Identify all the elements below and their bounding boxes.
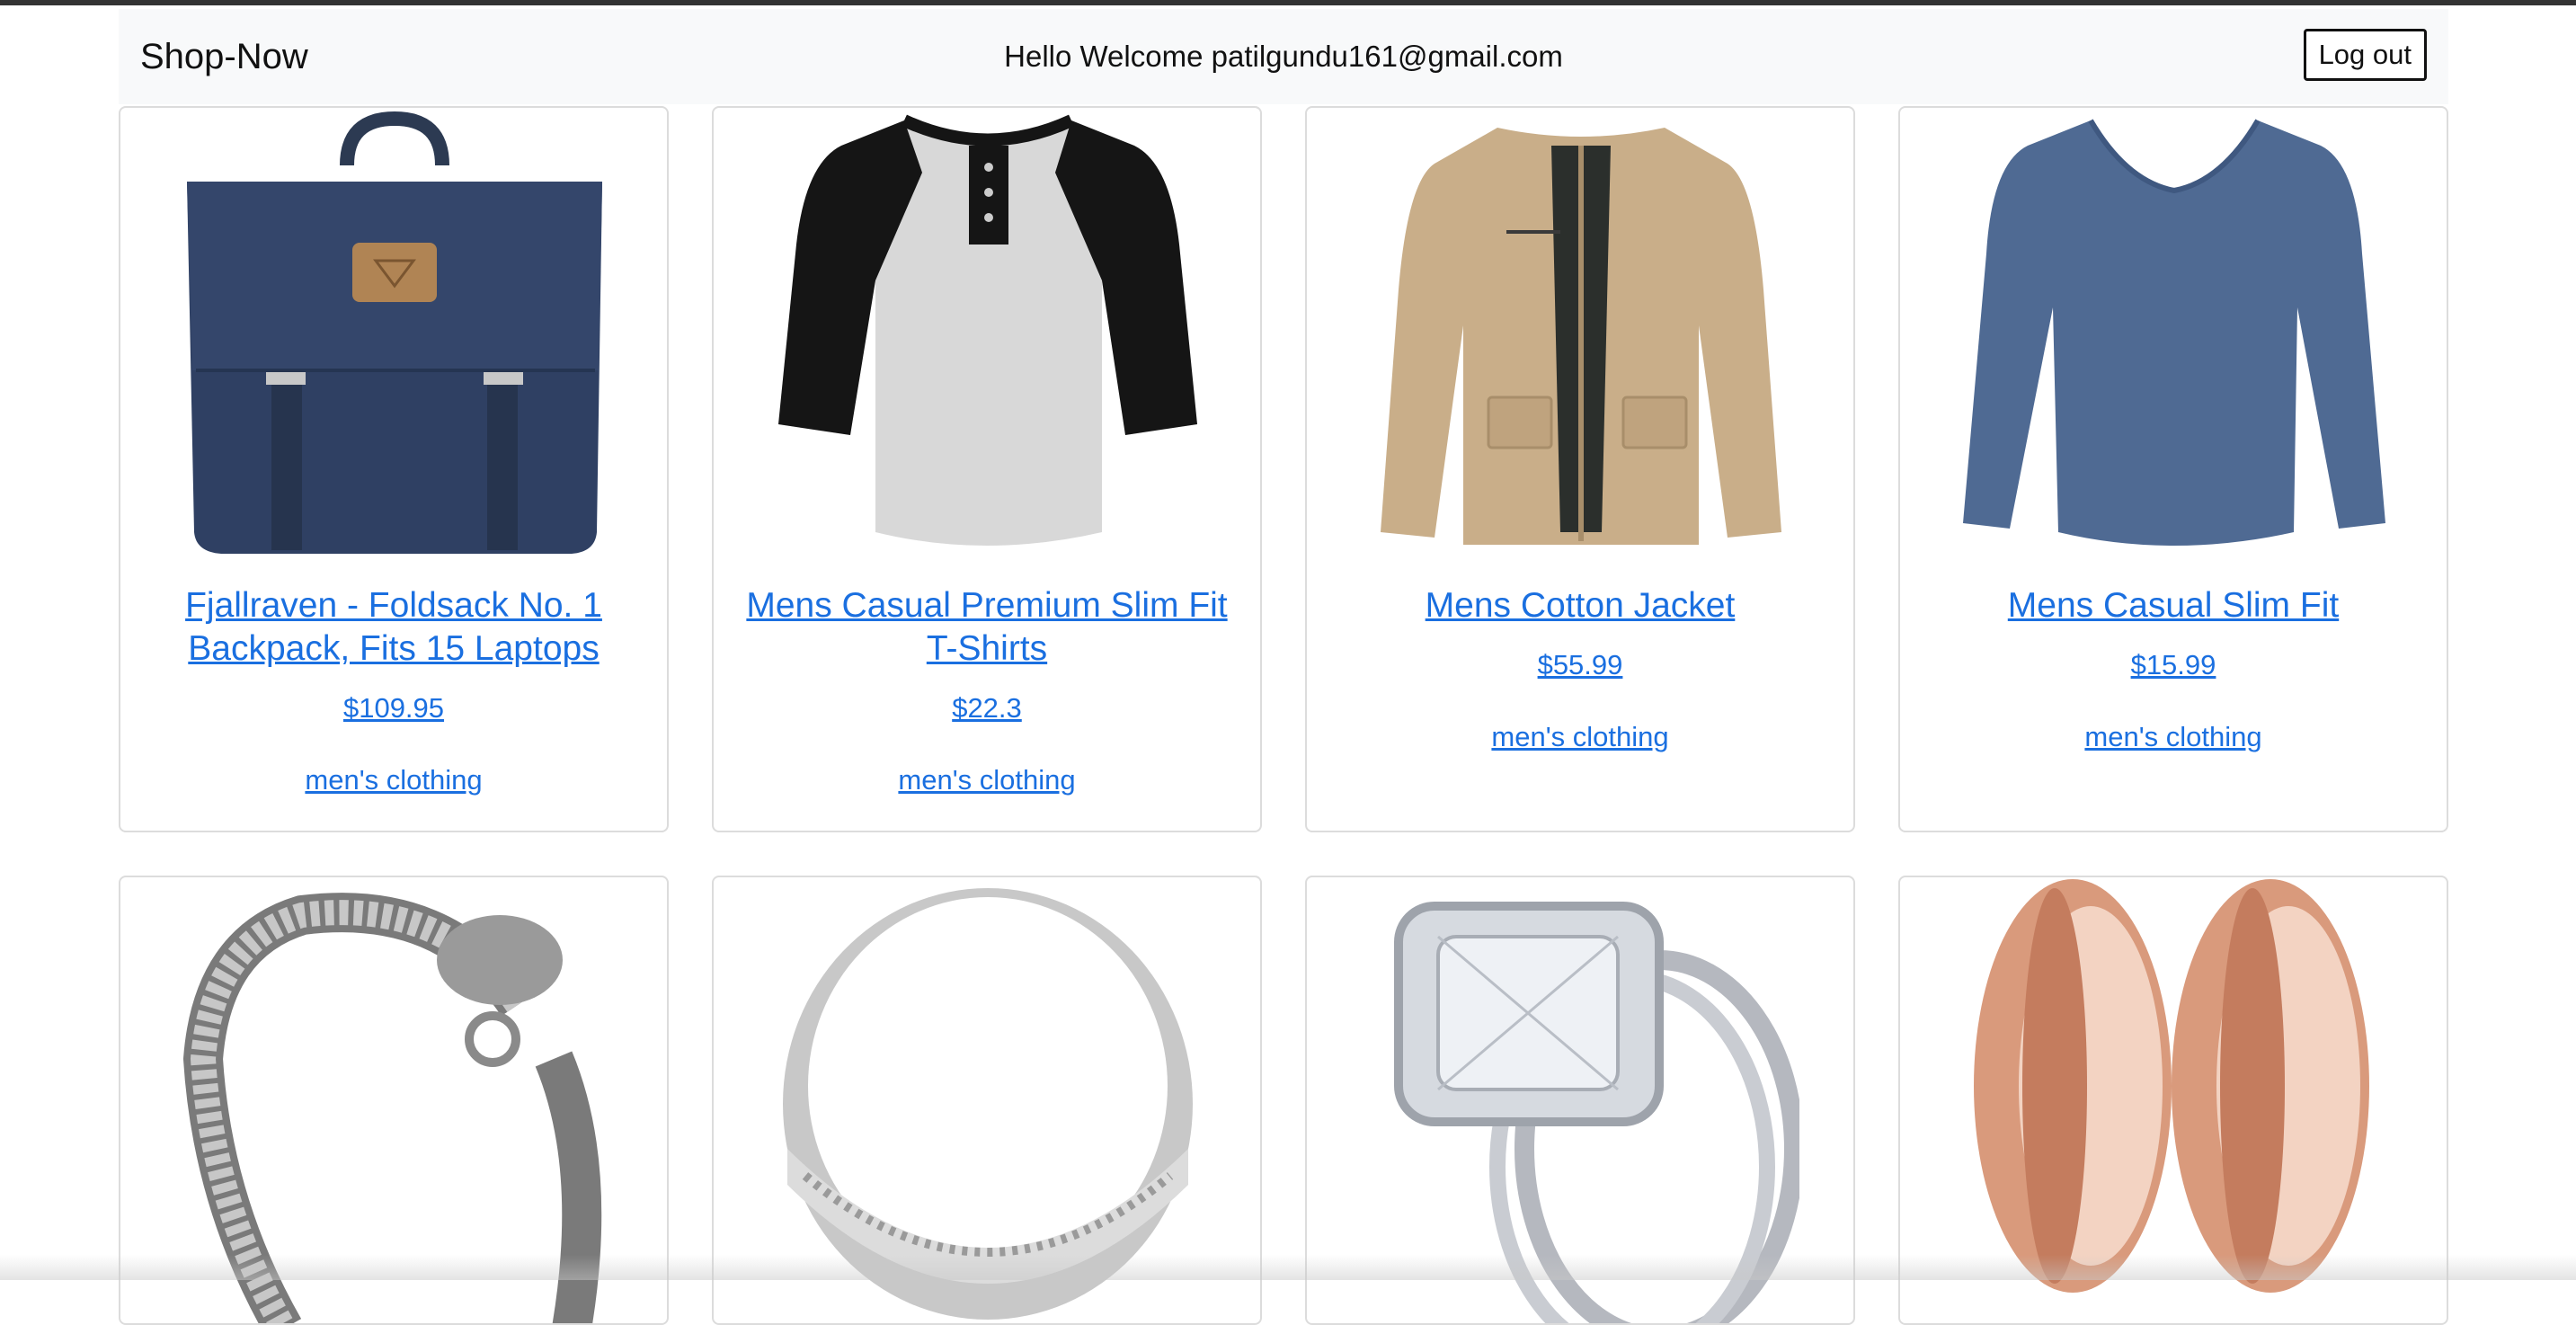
product-card[interactable]: Mens Cotton Jacket $55.99 men's clothing [1305, 106, 1855, 832]
product-price[interactable]: $15.99 [1900, 649, 2447, 681]
product-price[interactable]: $22.3 [714, 692, 1260, 725]
welcome-message: Hello Welcome patilgundu161@gmail.com [1004, 40, 1563, 73]
product-category[interactable]: men's clothing [1900, 721, 2447, 753]
navbar: Shop-Now Hello Welcome patilgundu161@gma… [119, 9, 2448, 104]
product-title[interactable]: Fjallraven - Foldsack No. 1 Backpack, Fi… [138, 584, 649, 671]
product-card[interactable]: Mens Casual Slim Fit $15.99 men's clothi… [1898, 106, 2448, 832]
backpack-image [187, 111, 602, 554]
jacket-image [1381, 128, 1781, 545]
raglan-tshirt-image [778, 114, 1197, 546]
product-title[interactable]: Mens Casual Premium Slim Fit T-Shirts [732, 584, 1242, 671]
product-title[interactable]: Mens Cotton Jacket [1325, 584, 1835, 627]
product-price[interactable]: $109.95 [120, 692, 667, 725]
window-top-border [0, 0, 2576, 5]
product-price[interactable]: $55.99 [1307, 649, 1853, 681]
longsleeve-shirt-image [1963, 119, 2385, 546]
product-image-backpack[interactable] [176, 110, 613, 559]
product-card[interactable]: Fjallraven - Foldsack No. 1 Backpack, Fi… [119, 106, 669, 832]
product-image-longsleeve[interactable] [1956, 110, 2393, 559]
product-card[interactable]: Mens Casual Premium Slim Fit T-Shirts $2… [712, 106, 1262, 832]
product-image-jacket[interactable] [1363, 110, 1799, 559]
product-title[interactable]: Mens Casual Slim Fit [1918, 584, 2429, 627]
logout-button[interactable]: Log out [2303, 29, 2427, 81]
product-category[interactable]: men's clothing [120, 764, 667, 796]
product-category[interactable]: men's clothing [1307, 721, 1853, 753]
page-bottom-shadow [0, 1255, 2576, 1280]
product-category[interactable]: men's clothing [714, 764, 1260, 796]
product-image-tshirt[interactable] [769, 110, 1206, 559]
